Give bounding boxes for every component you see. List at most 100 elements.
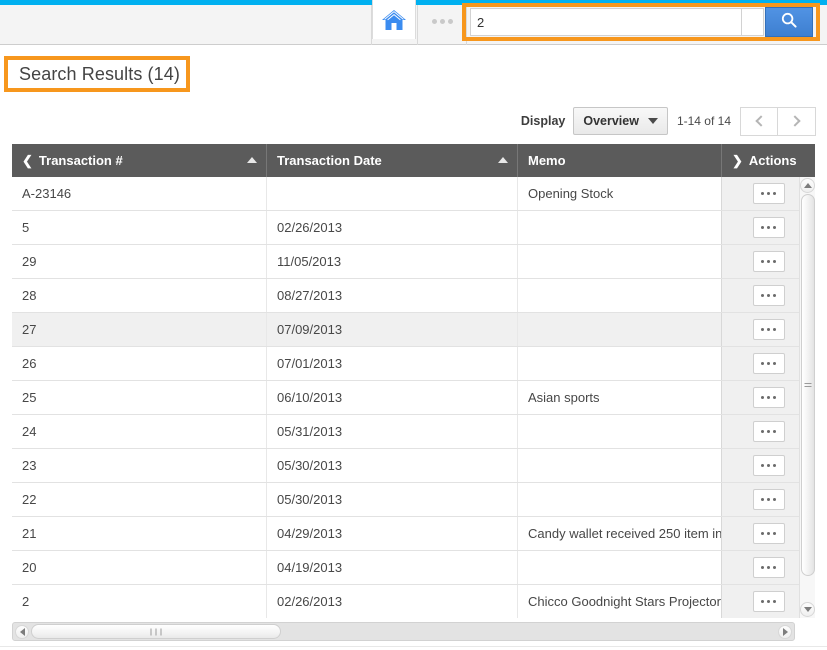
table-row[interactable]: 5 02/26/2013 (12, 211, 815, 245)
scroll-up-icon[interactable] (800, 178, 815, 193)
next-page-button[interactable] (778, 106, 816, 136)
results-grid: ❮ Transaction # Transaction Date Memo ❯ … (12, 144, 815, 618)
bottom-divider (0, 646, 827, 647)
chevron-right-icon (789, 115, 801, 127)
chevron-left-icon[interactable]: ❮ (22, 154, 33, 167)
table-row[interactable]: 29 11/05/2013 (12, 245, 815, 279)
horizontal-scrollbar-thumb[interactable] (31, 624, 281, 639)
scroll-down-icon[interactable] (800, 602, 815, 617)
display-mode-select[interactable]: Overview (573, 107, 668, 135)
row-actions-button[interactable] (752, 421, 785, 442)
horizontal-scrollbar[interactable] (12, 622, 795, 641)
sort-ascending-icon (247, 157, 257, 163)
table-row[interactable]: 2 02/26/2013 Chicco Goodnight Stars Projec… (12, 585, 815, 618)
table-row[interactable]: 20 04/19/2013 (12, 551, 815, 585)
row-actions-button[interactable] (752, 285, 785, 306)
app-root: Search Results (14) Display Overview 1-1… (0, 0, 827, 650)
table-row[interactable]: 28 08/27/2013 (12, 279, 815, 313)
cell-transaction-date (267, 177, 518, 210)
cell-transaction-number: 5 (12, 211, 267, 244)
cell-transaction-date: 04/19/2013 (267, 551, 518, 584)
row-actions-button[interactable] (752, 523, 785, 544)
cell-transaction-number: 25 (12, 381, 267, 414)
scroll-left-icon[interactable] (15, 625, 29, 639)
row-actions-icon (760, 566, 778, 569)
cell-memo (518, 245, 722, 278)
cell-memo (518, 449, 722, 482)
cell-transaction-date: 04/29/2013 (267, 517, 518, 550)
row-actions-icon (760, 532, 778, 535)
row-actions-icon (760, 464, 778, 467)
table-row[interactable]: 23 05/30/2013 (12, 449, 815, 483)
column-header-memo[interactable]: Memo (518, 144, 722, 177)
cell-transaction-number: 29 (12, 245, 267, 278)
row-actions-button[interactable] (752, 183, 785, 204)
overflow-menu-button[interactable] (418, 0, 466, 39)
previous-page-button[interactable] (740, 106, 778, 136)
row-actions-button[interactable] (752, 319, 785, 340)
row-actions-button[interactable] (752, 557, 785, 578)
row-actions-icon (760, 362, 778, 365)
cell-memo (518, 279, 722, 312)
row-actions-icon (760, 396, 778, 399)
cell-memo (518, 313, 722, 346)
table-row[interactable]: A-23146 Opening Stock (12, 177, 815, 211)
home-button[interactable] (372, 0, 416, 39)
cell-transaction-date: 07/09/2013 (267, 313, 518, 346)
cell-transaction-number: 23 (12, 449, 267, 482)
cell-memo: Opening Stock (518, 177, 722, 210)
pagination-controls (740, 106, 816, 136)
cell-transaction-number: A-23146 (12, 177, 267, 210)
row-actions-button[interactable] (752, 387, 785, 408)
page-title-highlight-annotation: Search Results (14) (4, 56, 190, 92)
scroll-thumb-grip-icon (804, 381, 812, 389)
table-row[interactable]: 25 06/10/2013 Asian sports (12, 381, 815, 415)
table-row[interactable]: 26 07/01/2013 (12, 347, 815, 381)
cell-transaction-date: 02/26/2013 (267, 211, 518, 244)
cell-memo (518, 551, 722, 584)
cell-transaction-number: 28 (12, 279, 267, 312)
cell-transaction-date: 05/30/2013 (267, 483, 518, 516)
ellipsis-icon (430, 11, 454, 29)
home-icon (381, 8, 407, 32)
cell-memo: Asian sports (518, 381, 722, 414)
vertical-scrollbar[interactable] (799, 177, 815, 618)
column-header-transaction-date[interactable]: Transaction Date (267, 144, 518, 177)
cell-transaction-date: 07/01/2013 (267, 347, 518, 380)
row-actions-button[interactable] (752, 251, 785, 272)
cell-transaction-number: 2 (12, 585, 267, 618)
row-actions-button[interactable] (752, 489, 785, 510)
table-row[interactable]: 22 05/30/2013 (12, 483, 815, 517)
row-actions-icon (760, 328, 778, 331)
row-actions-button[interactable] (752, 217, 785, 238)
row-actions-button[interactable] (752, 591, 785, 612)
cell-transaction-date: 08/27/2013 (267, 279, 518, 312)
chevron-right-icon[interactable]: ❯ (732, 154, 743, 167)
cell-transaction-date: 11/05/2013 (267, 245, 518, 278)
cell-memo (518, 483, 722, 516)
cell-memo: Candy wallet received 250 item in inv (518, 517, 722, 550)
search-highlight-annotation (462, 3, 820, 41)
row-actions-icon (760, 600, 778, 603)
cell-transaction-date: 06/10/2013 (267, 381, 518, 414)
sort-ascending-icon (498, 157, 508, 163)
table-row[interactable]: 21 04/29/2013 Candy wallet received 250 it… (12, 517, 815, 551)
table-row[interactable]: 27 07/09/2013 (12, 313, 815, 347)
table-row[interactable]: 24 05/31/2013 (12, 415, 815, 449)
vertical-scrollbar-thumb[interactable] (801, 194, 815, 576)
column-header-actions[interactable]: ❯ Actions (722, 144, 815, 177)
cell-memo: Chicco Goodnight Stars Projector (Bl (518, 585, 722, 618)
row-actions-button[interactable] (752, 455, 785, 476)
cell-transaction-date: 05/31/2013 (267, 415, 518, 448)
row-actions-button[interactable] (752, 353, 785, 374)
scroll-thumb-grip-icon (149, 628, 164, 635)
cell-transaction-number: 26 (12, 347, 267, 380)
column-header-transaction-number[interactable]: ❮ Transaction # (12, 144, 267, 177)
page-title: Search Results (14) (19, 63, 180, 84)
chevron-left-icon (754, 115, 767, 127)
grid-body: A-23146 Opening Stock 5 02/26/2013 29 11/05/2… (12, 177, 815, 618)
cell-memo (518, 415, 722, 448)
column-header-label: Transaction # (38, 153, 123, 168)
scroll-right-icon[interactable] (778, 625, 792, 639)
cell-memo (518, 347, 722, 380)
